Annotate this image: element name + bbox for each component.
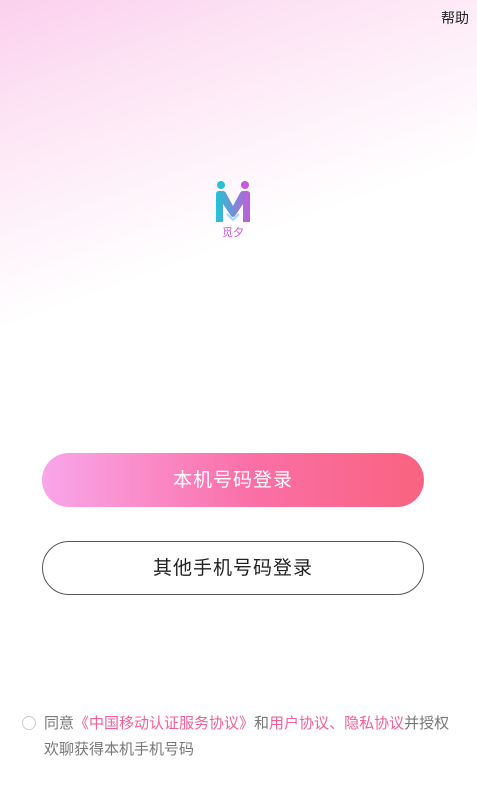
other-number-login-button[interactable]: 其他手机号码登录: [42, 541, 424, 595]
privacy-agreement-link[interactable]: 隐私协议: [344, 714, 404, 732]
cmcc-agreement-link[interactable]: 《中国移动认证服务协议》: [74, 714, 254, 732]
app-logo-icon: [216, 181, 250, 222]
agreement-and: 和: [254, 714, 270, 732]
local-number-login-button[interactable]: 本机号码登录: [42, 453, 424, 507]
logo-caption: 觅夕: [222, 226, 244, 239]
agree-radio[interactable]: [22, 716, 36, 730]
user-agreement-link[interactable]: 用户协议: [269, 714, 329, 732]
agreement-section: 同意《中国移动认证服务协议》和用户协议、隐私协议并授权欢聊获得本机手机号码: [22, 710, 462, 762]
agreement-prefix: 同意: [44, 714, 75, 732]
help-link[interactable]: 帮助: [441, 8, 469, 28]
agreement-text: 同意《中国移动认证服务协议》和用户协议、隐私协议并授权欢聊获得本机手机号码: [44, 710, 462, 762]
app-logo: 觅夕: [211, 180, 255, 239]
agreement-separator: 、: [329, 714, 345, 732]
